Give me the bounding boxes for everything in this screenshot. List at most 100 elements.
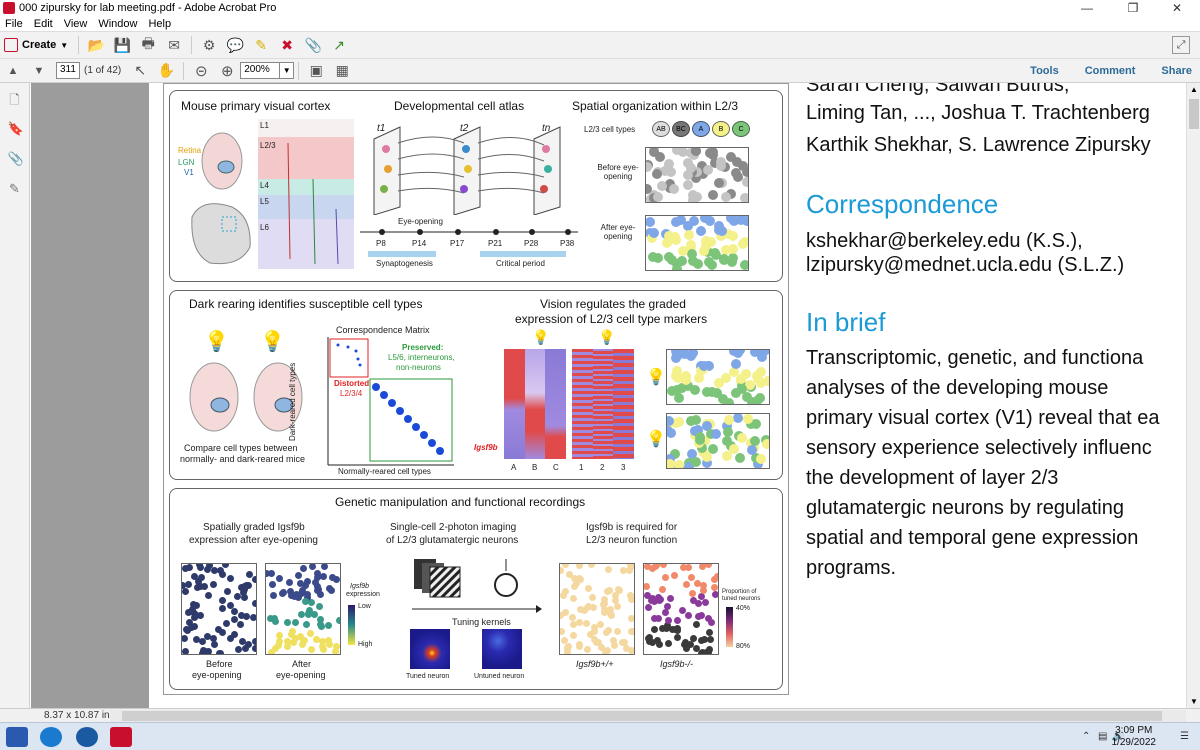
highlight-icon[interactable]: ✎ — [250, 34, 272, 56]
expression-label-2: expression — [346, 591, 380, 598]
print-icon[interactable]: 🖶 — [137, 34, 159, 56]
comment-icon[interactable]: 💬 — [224, 34, 246, 56]
zoom-input[interactable]: 200% — [240, 62, 281, 79]
proportion-label-1: Proportion of — [722, 589, 757, 595]
email-line-2[interactable]: lzipursky@mednet.ucla.edu (S.L.Z.) — [806, 254, 1124, 277]
graphical-abstract: Mouse primary visual cortex Developmenta… — [163, 83, 789, 695]
cell-dot — [205, 591, 213, 599]
select-cursor-icon[interactable]: ↖ — [129, 60, 151, 82]
email-icon[interactable]: ✉ — [163, 34, 185, 56]
zoom-in-icon[interactable]: ⊕ — [216, 60, 238, 82]
minimize-icon[interactable]: — — [1064, 0, 1110, 16]
cell-dot — [284, 619, 292, 627]
attachments-icon[interactable]: 📎 — [8, 151, 24, 167]
tools-link[interactable]: Tools — [1030, 65, 1059, 77]
open-icon[interactable]: 📂 — [85, 34, 107, 56]
email-line-1[interactable]: kshekhar@berkeley.edu (K.S.), — [806, 230, 1083, 253]
page-count: (1 of 42) — [84, 65, 122, 76]
hand-tool-icon[interactable]: ✋ — [155, 60, 177, 82]
compare-label-2: normally- and dark-reared mice — [180, 454, 306, 464]
browser-icon[interactable] — [40, 727, 62, 747]
scroll-down-icon[interactable]: ▼ — [1190, 697, 1198, 706]
document-viewer[interactable]: Mouse primary visual cortex Developmenta… — [31, 83, 1186, 708]
menu-window[interactable]: Window — [98, 18, 137, 30]
cell-dot — [673, 460, 684, 468]
expand-icon[interactable]: ⤢ — [1172, 36, 1190, 54]
cell-dot — [702, 164, 713, 175]
cell-dot — [658, 586, 666, 594]
after-expression-map — [265, 563, 341, 655]
cell-dot — [697, 637, 705, 645]
export-icon[interactable]: ↗ — [328, 34, 350, 56]
heat-col-a: A — [511, 463, 517, 472]
attach-icon[interactable]: 📎 — [302, 34, 324, 56]
cell-dot — [701, 599, 709, 607]
navigation-toolbar: ▲ ▼ 311 (1 of 42) ↖ ✋ ⊝ ⊕ 200% ▼ ▣ ▦ Too… — [0, 59, 1200, 83]
full-screen-icon[interactable]: ▦ — [331, 60, 353, 82]
create-button[interactable]: Create ▼ — [4, 38, 68, 52]
horizontal-scrollbar[interactable] — [110, 710, 1186, 722]
knockout-label: Igsf9b-/- — [660, 659, 694, 669]
cell-dot — [182, 587, 190, 595]
cell-dot — [690, 414, 701, 425]
panel2-title-right-1: Vision regulates the graded — [540, 297, 686, 311]
horizontal-scroll-thumb[interactable] — [122, 711, 1162, 721]
distorted-label: Distorted — [334, 379, 370, 388]
cell-dot — [321, 564, 329, 571]
restore-icon[interactable]: ❐ — [1110, 0, 1156, 16]
cell-dot — [686, 249, 697, 260]
tray-chevron-icon[interactable]: ⌃ — [1082, 731, 1090, 742]
previous-page-icon[interactable]: ▲ — [2, 60, 24, 82]
bookmarks-icon[interactable]: 🔖 — [8, 121, 24, 137]
cell-types-label: L2/3 cell types — [584, 125, 636, 134]
settings-icon[interactable]: ⚙ — [198, 34, 220, 56]
cell-dot — [689, 597, 697, 605]
comment-link[interactable]: Comment — [1085, 65, 1136, 77]
cell-dot — [560, 611, 565, 619]
sign-icon[interactable]: ✖ — [276, 34, 298, 56]
close-icon[interactable]: ✕ — [1154, 0, 1200, 16]
fit-page-icon[interactable]: ▣ — [305, 60, 327, 82]
before-label: Before eye-opening — [597, 163, 639, 181]
share-link[interactable]: Share — [1161, 65, 1192, 77]
cell-dot — [706, 636, 714, 644]
cell-dot — [197, 564, 205, 572]
scroll-thumb[interactable] — [1189, 99, 1199, 129]
network-icon[interactable]: ▤ — [1098, 731, 1107, 742]
scroll-up-icon[interactable]: ▲ — [1190, 85, 1198, 94]
page-thumbnails-icon[interactable]: 🗋 — [8, 91, 22, 107]
cell-dot — [589, 594, 597, 602]
cell-dot — [302, 621, 310, 629]
cell-dot — [286, 578, 294, 586]
zoom-dropdown-icon[interactable]: ▼ — [280, 62, 295, 79]
vertical-scrollbar[interactable]: ▲ ▼ — [1186, 83, 1200, 708]
signatures-icon[interactable]: ✎ — [8, 181, 22, 197]
menu-help[interactable]: Help — [148, 18, 171, 30]
menu-edit[interactable]: Edit — [34, 18, 53, 30]
cell-dot — [184, 580, 192, 588]
cell-dot — [614, 603, 622, 611]
cell-dot — [662, 574, 669, 582]
next-page-icon[interactable]: ▼ — [28, 60, 50, 82]
cell-dot — [569, 595, 577, 603]
edge-icon[interactable] — [76, 727, 98, 747]
menu-file[interactable]: File — [5, 18, 23, 30]
cell-type-a: A — [692, 121, 710, 137]
cell-dot — [712, 591, 718, 599]
cell-dot — [295, 571, 303, 579]
page-number-input[interactable]: 311 — [56, 62, 80, 79]
start-icon[interactable] — [6, 727, 28, 747]
colorbar-high: High — [358, 641, 373, 648]
timeline-p38: P38 — [560, 239, 575, 248]
cell-dot — [234, 646, 242, 654]
notifications-icon[interactable]: ☰ — [1180, 731, 1189, 742]
cell-dot — [238, 638, 246, 646]
cell-dot — [269, 580, 277, 588]
menu-view[interactable]: View — [64, 18, 88, 30]
save-icon[interactable]: 💾 — [111, 34, 133, 56]
acrobat-taskbar-icon[interactable] — [110, 727, 132, 747]
cell-dot — [275, 637, 283, 645]
cell-dot — [320, 645, 328, 653]
clock[interactable]: 3:09 PM 1/29/2022 — [1112, 725, 1157, 749]
zoom-out-icon[interactable]: ⊝ — [190, 60, 212, 82]
